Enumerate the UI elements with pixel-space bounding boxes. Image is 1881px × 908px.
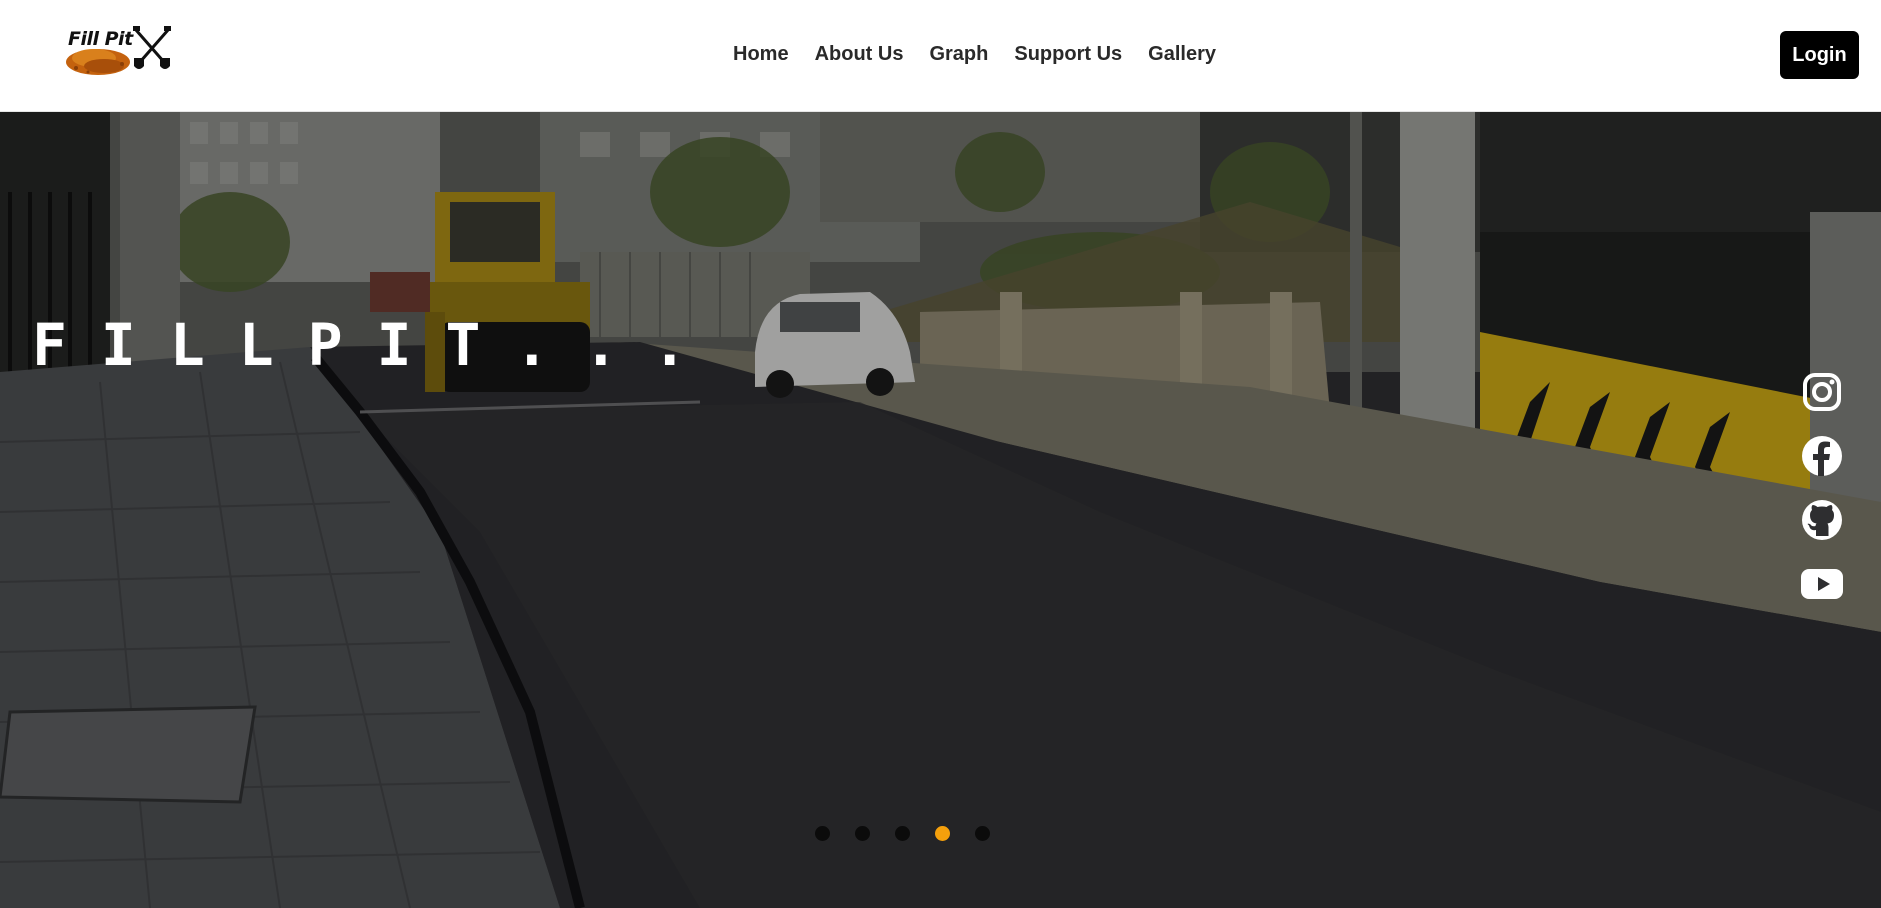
hero-title: FILLPIT...	[32, 310, 722, 379]
github-icon[interactable]	[1800, 498, 1844, 542]
nav-graph[interactable]: Graph	[929, 38, 988, 70]
nav-support-us[interactable]: Support Us	[1014, 38, 1122, 70]
login-button[interactable]: Login	[1780, 31, 1859, 79]
nav-about-us[interactable]: About Us	[815, 38, 904, 70]
carousel-dot-4-active[interactable]	[935, 826, 950, 841]
carousel-dot-1[interactable]	[815, 826, 830, 841]
carousel-dot-5[interactable]	[975, 826, 990, 841]
facebook-icon[interactable]	[1800, 434, 1844, 478]
youtube-icon[interactable]	[1800, 562, 1844, 606]
navbar: Fill Pit Home About Us Graph Support Us …	[0, 0, 1881, 112]
carousel-dot-2[interactable]	[855, 826, 870, 841]
carousel-indicators	[815, 826, 1015, 841]
fillpit-logo[interactable]: Fill Pit	[64, 22, 176, 82]
instagram-icon[interactable]	[1800, 370, 1844, 414]
nav-gallery[interactable]: Gallery	[1148, 38, 1216, 70]
carousel-dot-3[interactable]	[895, 826, 910, 841]
main-nav: Home About Us Graph Support Us Gallery	[733, 38, 1242, 70]
hero-background-image	[0, 112, 1881, 908]
hero-slider: FILLPIT...	[0, 112, 1881, 908]
logo-text: Fill Pit	[68, 28, 133, 50]
nav-home[interactable]: Home	[733, 38, 789, 70]
